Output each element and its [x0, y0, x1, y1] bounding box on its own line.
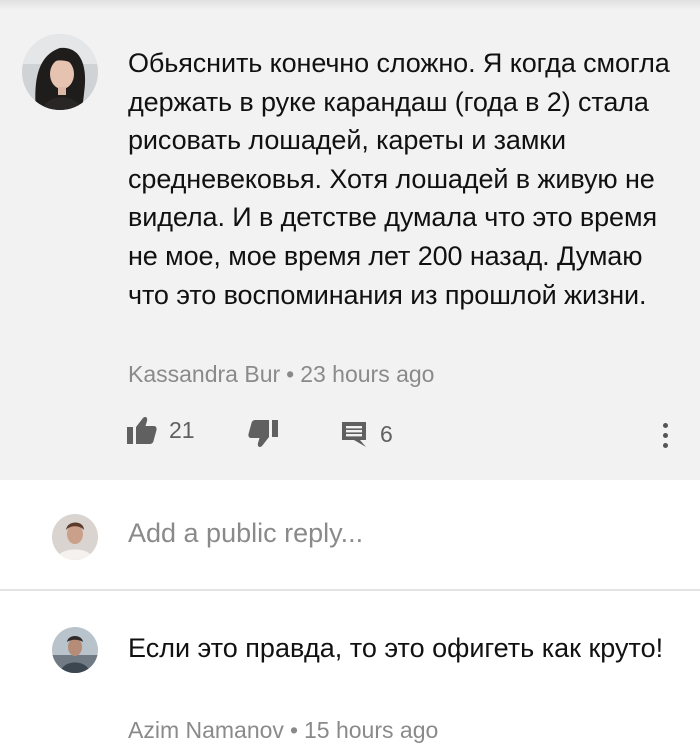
current-user-avatar	[52, 514, 98, 560]
author-avatar[interactable]	[22, 34, 98, 110]
reply-count: 6	[380, 420, 393, 447]
thumbs-up-icon	[127, 416, 157, 444]
comment-time-second: 15 hours ago	[304, 717, 439, 743]
dislike-button[interactable]	[248, 420, 278, 448]
comment-meta: Kassandra Bur • 23 hours ago	[128, 361, 434, 388]
top-shadow	[0, 0, 700, 10]
comment-text: Обьяснить конечно сложно. Я когда смогла…	[128, 48, 670, 310]
reply-composer	[0, 480, 700, 589]
author-name-second[interactable]: Azim Namanov	[128, 717, 284, 743]
comment-time: 23 hours ago	[300, 361, 435, 387]
meta-separator: •	[286, 361, 295, 387]
comment-divider	[0, 589, 700, 591]
meta-separator-second: •	[289, 717, 298, 743]
vertical-dots-icon	[662, 422, 668, 428]
reply-button[interactable]: 6	[340, 420, 393, 448]
more-options-button[interactable]	[650, 410, 680, 460]
comment-icon	[340, 420, 368, 448]
commenter-avatar[interactable]	[52, 627, 98, 673]
comment-text-second: Если это правда, то это офигеть как крут…	[128, 633, 664, 663]
reply-input[interactable]	[128, 518, 648, 549]
like-count: 21	[169, 416, 195, 443]
like-button[interactable]: 21	[127, 416, 195, 444]
thumbs-down-icon	[248, 420, 278, 448]
comment-actions: 21 6	[0, 410, 700, 460]
author-name[interactable]: Kassandra Bur	[128, 361, 280, 387]
